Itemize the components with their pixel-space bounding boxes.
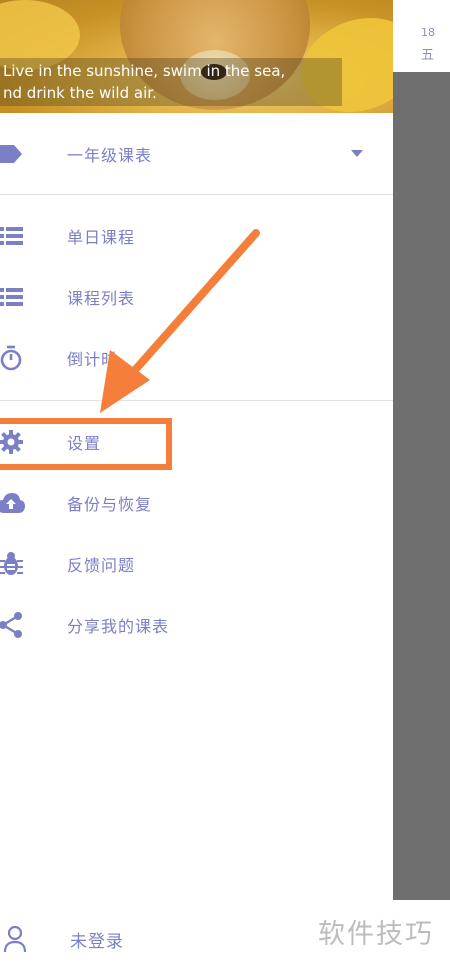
annotation-arrow-icon (100, 229, 260, 413)
watermark-text: 软件技巧 (318, 919, 434, 950)
